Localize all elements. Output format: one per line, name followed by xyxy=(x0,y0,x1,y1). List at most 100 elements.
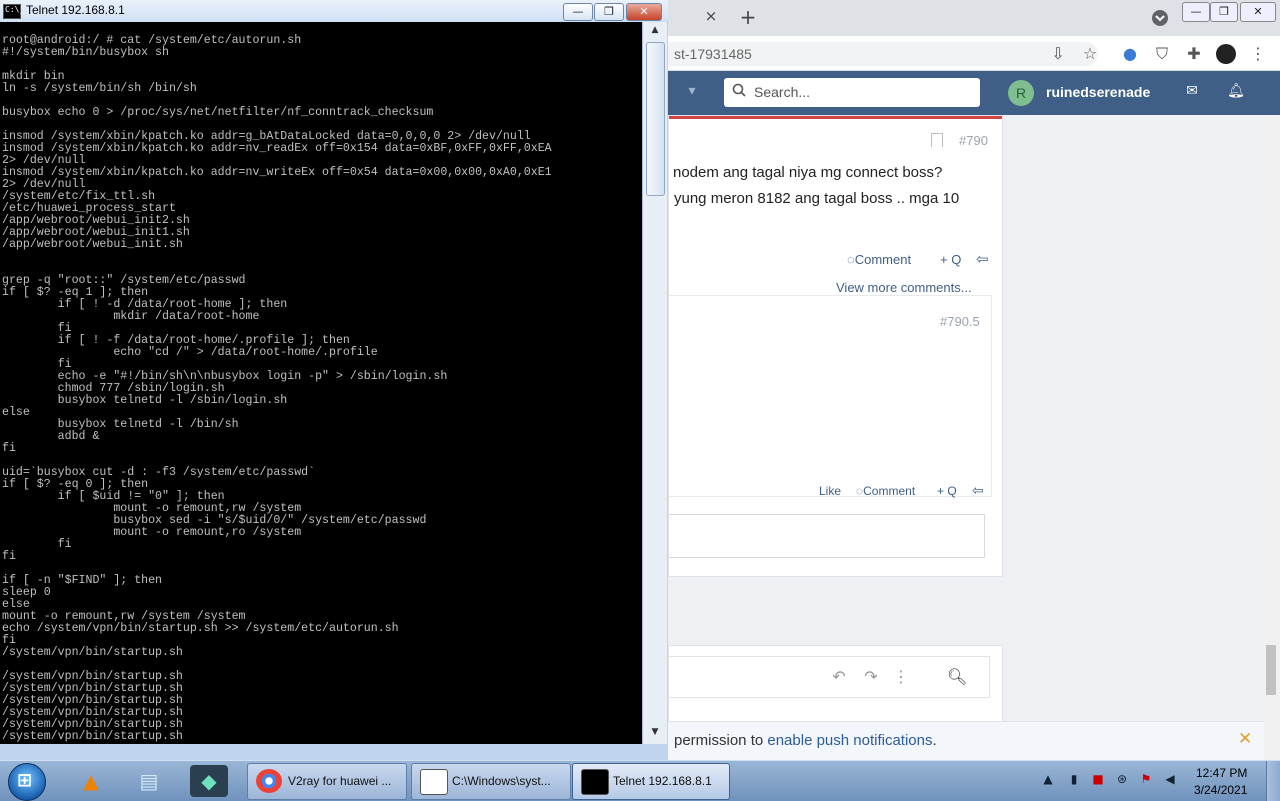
clock-time[interactable]: 12:47 PM xyxy=(1196,766,1247,780)
task-label: Telnet 192.168.8.1 xyxy=(613,774,712,788)
reply-number[interactable]: #790.5 xyxy=(940,314,980,329)
browser-toolbar: st-17931485 ⇩ ☆ ● ⛉ ✚ ⋮ xyxy=(668,36,1280,71)
bookmark-star-icon[interactable]: ☆ xyxy=(1080,44,1100,64)
reply-comment-label: Comment xyxy=(863,484,916,498)
console-icon-text: C:\_ xyxy=(5,5,25,14)
browser-minimize-button[interactable]: — xyxy=(1182,2,1210,22)
notifications-bell-icon[interactable]: 🔔︎ xyxy=(1226,83,1246,103)
system-tray: ▲ ▮ ■ ⊛ ⚑ ◀ xyxy=(1040,761,1190,801)
shield-extension-icon[interactable]: ⛉ xyxy=(1152,44,1172,64)
telnet-titlebar[interactable]: C:\_ Telnet 192.168.8.1 — ❐ ✕ xyxy=(0,0,668,23)
search-icon xyxy=(732,83,746,97)
windows-logo-icon: ⊞ xyxy=(17,770,33,791)
post-text-line-2: yung meron 8182 ang tagal boss .. mga 10 xyxy=(674,190,960,207)
notification-text: permission to enable push notifications. xyxy=(674,732,937,749)
telnet-minimize-button[interactable]: — xyxy=(563,3,593,21)
console-text: root@android:/ # cat /system/etc/autorun… xyxy=(2,34,552,743)
console-icon: C:\_ xyxy=(3,4,25,19)
post-accent-line xyxy=(669,116,1002,119)
tray-expand-icon[interactable]: ▲ xyxy=(1040,772,1056,788)
comment-input[interactable] xyxy=(669,514,985,558)
url-text: st-17931485 xyxy=(674,46,752,62)
user-avatar[interactable]: R xyxy=(1008,80,1034,106)
extension-globe-icon[interactable]: ● xyxy=(1120,44,1140,64)
username-link[interactable]: ruinedserenade xyxy=(1046,84,1150,100)
task-telnet[interactable]: Telnet 192.168.8.1 xyxy=(572,763,730,800)
chrome-icon xyxy=(256,769,282,793)
task-label: C:\Windows\syst... xyxy=(452,774,551,788)
reply-comment-button[interactable]: ◌Comment xyxy=(856,484,915,498)
cmd-window-icon xyxy=(420,769,448,795)
comment-label: Comment xyxy=(854,252,912,267)
site-header: ▾ Search... R ruinedserenade ✉ 🔔︎ xyxy=(668,71,1280,115)
view-more-comments-link[interactable]: View more comments... xyxy=(836,280,972,295)
site-search-input[interactable]: Search... xyxy=(724,78,980,107)
like-button[interactable]: Like xyxy=(819,484,841,498)
push-notification-banner: permission to enable push notifications.… xyxy=(668,721,1280,760)
enable-push-notifications-link[interactable]: enable push notifications xyxy=(767,732,932,749)
dropdown-chevron-icon[interactable]: ▾ xyxy=(682,83,702,103)
console-scrollbar-thumb[interactable] xyxy=(646,42,665,196)
task-cmd[interactable]: C:\Windows\syst... xyxy=(411,763,571,800)
post-card: #790 nodem ang tagal niya mg connect bos… xyxy=(668,115,1003,577)
console-scrollbar[interactable]: ▲ ▼ xyxy=(642,22,667,744)
console-output[interactable]: root@android:/ # cat /system/etc/autorun… xyxy=(0,22,642,744)
scroll-down-arrow-icon[interactable]: ▼ xyxy=(648,727,662,741)
show-desktop-button[interactable] xyxy=(1266,761,1280,801)
new-tab-button[interactable]: + xyxy=(738,5,758,29)
comment-bubble-icon: ◌ xyxy=(847,252,855,267)
telnet-close-button[interactable]: ✕ xyxy=(626,3,662,21)
console-icon xyxy=(581,769,609,795)
telnet-maximize-button[interactable]: ❐ xyxy=(594,3,624,21)
task-label: V2ray for huawei ... xyxy=(288,774,392,788)
tab-strip: × + — ❐ ✕ xyxy=(668,0,1280,36)
quote-button[interactable]: + Q xyxy=(940,252,961,267)
action-center-icon[interactable]: ⚑ xyxy=(1138,772,1154,788)
address-bar[interactable]: st-17931485 xyxy=(668,42,1098,66)
inbox-envelope-icon[interactable]: ✉ xyxy=(1182,83,1202,103)
redo-icon[interactable]: ↷ xyxy=(861,667,881,687)
volume-icon[interactable]: ◀ xyxy=(1162,772,1178,788)
browser-close-button[interactable]: ✕ xyxy=(1240,2,1276,22)
notepad-icon[interactable]: ▤ xyxy=(130,765,168,797)
network-icon[interactable]: ⊛ xyxy=(1114,772,1130,788)
share-reply-icon[interactable]: ⇦ xyxy=(976,250,989,268)
undo-icon[interactable]: ↶ xyxy=(829,667,849,687)
telnet-title: Telnet 192.168.8.1 xyxy=(26,3,125,17)
search-placeholder: Search... xyxy=(754,84,811,100)
notification-close-icon[interactable]: ✕ xyxy=(1238,729,1252,749)
tray-app-icon[interactable]: ■ xyxy=(1090,772,1106,788)
extensions-puzzle-icon[interactable]: ✚ xyxy=(1184,44,1204,64)
preview-icon[interactable]: 🔍︎ xyxy=(947,667,967,687)
scroll-up-arrow-icon[interactable]: ▲ xyxy=(648,25,662,39)
profile-avatar-icon[interactable] xyxy=(1216,44,1236,64)
telnet-window: C:\_ Telnet 192.168.8.1 — ❐ ✕ root@andro… xyxy=(0,0,668,760)
notification-suffix: . xyxy=(932,732,937,749)
browser-scrollbar-thumb[interactable] xyxy=(1266,645,1276,695)
comment-button[interactable]: ◌Comment xyxy=(847,252,911,267)
reply-card: #790.5 Like ◌Comment + Q ⇦ xyxy=(669,295,992,499)
app-launcher-icon[interactable]: ◆ xyxy=(190,765,228,797)
tab-search-icon[interactable] xyxy=(1150,8,1170,28)
signal-icon[interactable]: ▮ xyxy=(1066,772,1082,788)
telnet-bottom-frame xyxy=(0,744,668,760)
browser-maximize-button[interactable]: ❐ xyxy=(1210,2,1238,22)
vlc-icon[interactable]: ▲ xyxy=(72,765,110,797)
bookmark-icon[interactable] xyxy=(931,133,943,147)
task-v2ray[interactable]: V2ray for huawei ... xyxy=(247,763,407,800)
post-number[interactable]: #790 xyxy=(959,133,988,148)
start-button[interactable]: ⊞ xyxy=(8,763,46,801)
clock-date[interactable]: 3/24/2021 xyxy=(1194,783,1247,797)
notification-prefix: permission to xyxy=(674,732,768,749)
reply-share-icon[interactable]: ⇦ xyxy=(972,482,984,499)
page-content: #790 nodem ang tagal niya mg connect bos… xyxy=(668,115,1280,760)
install-app-icon[interactable]: ⇩ xyxy=(1048,44,1068,64)
tab-close-icon[interactable]: × xyxy=(702,7,720,27)
editor-toolbar: ↶ ↷ ⋮ 🔍︎ xyxy=(669,656,990,698)
chrome-menu-icon[interactable]: ⋮ xyxy=(1248,44,1268,64)
browser-scrollbar[interactable] xyxy=(1264,115,1280,760)
browser-window: × + — ❐ ✕ st-17931485 ⇩ ☆ ● ⛉ ✚ ⋮ ▾ Sear… xyxy=(668,0,1280,760)
reply-quote-button[interactable]: + Q xyxy=(937,484,957,498)
more-options-icon[interactable]: ⋮ xyxy=(891,667,911,687)
taskbar: ⊞ ▲ ▤ ◆ V2ray for huawei ... C:\Windows\… xyxy=(0,760,1280,801)
